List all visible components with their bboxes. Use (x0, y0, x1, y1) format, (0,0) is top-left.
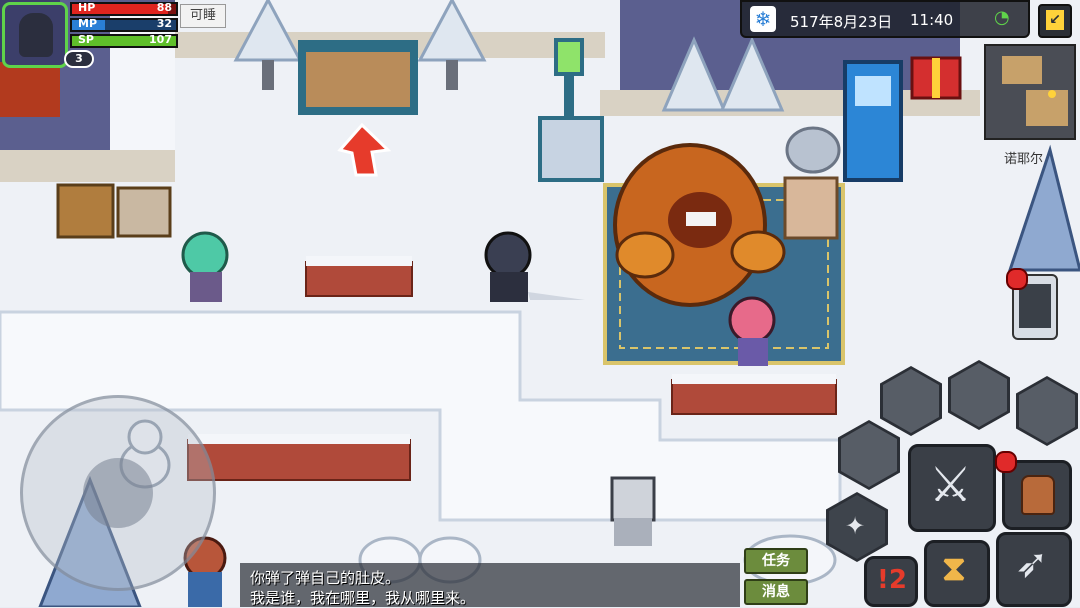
player-portrait[interactable] (2, 2, 68, 68)
level-value: 3 (75, 52, 83, 65)
mp-value: 32 (156, 17, 172, 30)
dialog-box: 你弹了弹自己的肚皮。 我是谁，我在哪里，我从哪里来。 (240, 563, 740, 607)
joystick-knob[interactable] (83, 458, 153, 528)
alert-button[interactable]: !2 (864, 556, 918, 607)
sp-label: SP (78, 33, 94, 46)
message-button[interactable]: 消息 (744, 579, 808, 605)
sp-bar: SP 107 (70, 33, 178, 48)
backpack-icon (1021, 475, 1055, 515)
attack-button[interactable]: ⚔ (908, 444, 996, 532)
quest-button[interactable]: 任务 (744, 548, 808, 574)
mp-label: MP (78, 17, 98, 30)
hourglass-icon: ⧗ (942, 549, 966, 589)
minimap-room (1002, 56, 1042, 84)
bow-button[interactable]: ➶ (996, 532, 1072, 607)
virtual-joystick[interactable] (20, 395, 216, 591)
status-badge: 可睡 (180, 4, 226, 28)
dialog-line-1: 你弹了弹自己的肚皮。 (250, 569, 401, 587)
phone-icon (1019, 284, 1051, 328)
game-time: 11:40 (910, 11, 954, 29)
alert-text: !2 (877, 565, 907, 595)
phone-button[interactable] (1006, 268, 1058, 340)
hp-bar: HP 88 (70, 1, 178, 16)
sword-icon: ⚔ (929, 457, 973, 513)
minimap[interactable] (984, 44, 1076, 140)
avatar (19, 13, 53, 57)
notification-dot (1006, 268, 1028, 290)
minimap-room (1026, 90, 1068, 126)
status-text: 可睡 (189, 8, 216, 23)
bow-icon: ➶ (1015, 541, 1049, 587)
hp-label: HP (78, 1, 96, 14)
minimap-player-marker (1048, 90, 1056, 98)
notification-dot (995, 451, 1017, 473)
game-date: 517年8月23日 (790, 13, 893, 31)
backpack-button[interactable] (995, 451, 1072, 530)
dialog-line-2: 我是谁，我在哪里，我从哪里来。 (250, 589, 476, 607)
minimap-location-label: 诺耶尔 (1004, 152, 1044, 167)
exit-button[interactable]: ↙ (1038, 4, 1072, 38)
shuriken-icon: ✦ (845, 512, 866, 540)
hp-value: 88 (156, 1, 172, 14)
wait-button[interactable]: ⧗ (924, 540, 990, 607)
mp-bar: MP 32 (70, 17, 178, 32)
wifi-icon: ◔ (994, 7, 1010, 28)
sp-value: 107 (149, 33, 172, 46)
level-badge: 3 (64, 50, 94, 68)
top-status-bar: ❄ 517年8月23日 11:40 ◔ (740, 0, 1030, 38)
exit-icon: ↙ (1046, 10, 1064, 30)
snowflake-icon: ❄ (750, 6, 776, 32)
